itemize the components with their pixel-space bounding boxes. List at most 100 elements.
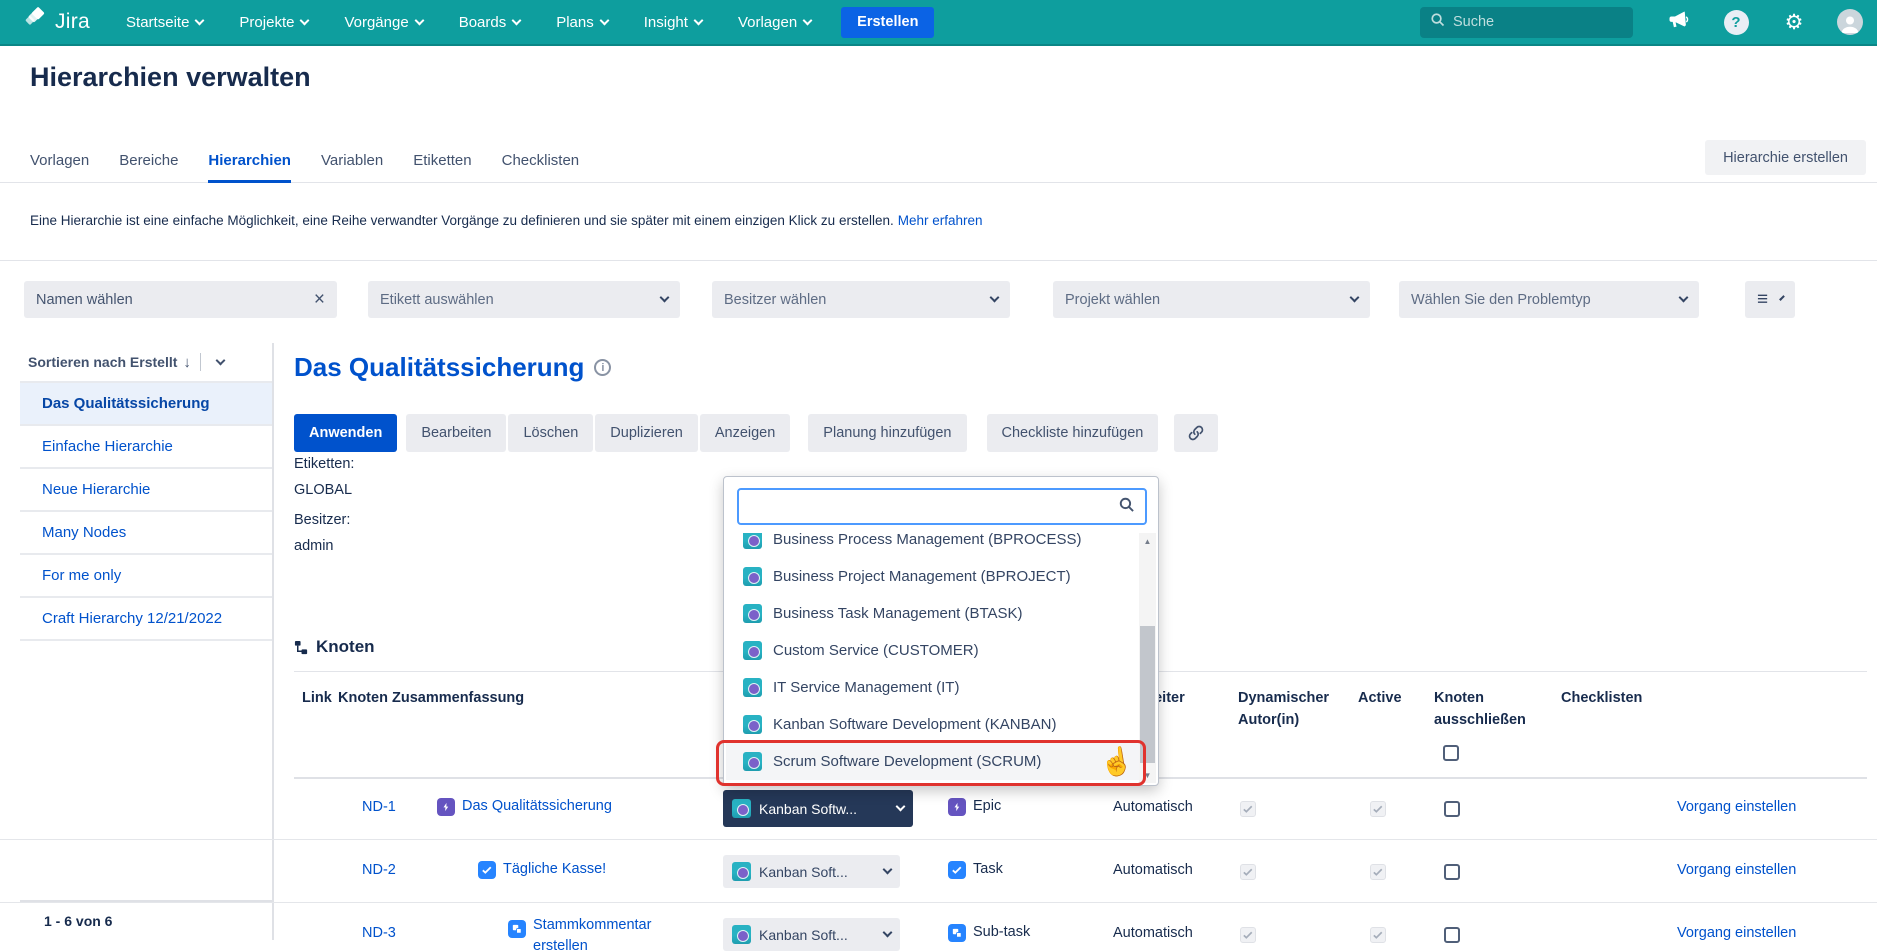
delete-button[interactable]: Löschen bbox=[508, 414, 593, 452]
name-filter-input[interactable] bbox=[36, 292, 314, 308]
project-select[interactable]: Kanban Soft... bbox=[723, 855, 900, 888]
exclude-node-checkbox[interactable] bbox=[1444, 864, 1460, 880]
settings-button[interactable]: ⚙ bbox=[1781, 9, 1807, 35]
nav-item-plans[interactable]: Plans bbox=[556, 14, 608, 31]
user-avatar[interactable] bbox=[1837, 9, 1863, 35]
app-root: Jira Startseite Projekte Vorgänge Boards… bbox=[0, 0, 1877, 952]
nav-item-startseite[interactable]: Startseite bbox=[126, 14, 203, 31]
link-icon bbox=[1188, 425, 1204, 441]
chevron-down-icon bbox=[1350, 293, 1360, 303]
project-option-bproject[interactable]: Business Project Management (BPROJECT) bbox=[726, 558, 1139, 595]
project-option-kanban[interactable]: Kanban Software Development (KANBAN) bbox=[726, 706, 1139, 743]
exclude-all-checkbox[interactable] bbox=[1443, 745, 1459, 761]
info-icon[interactable]: i bbox=[594, 359, 611, 376]
sidebar-item-das-qualitaetssicherung[interactable]: Das Qualitätssicherung bbox=[20, 383, 272, 426]
chevron-down-icon bbox=[599, 16, 609, 26]
tab-bereiche[interactable]: Bereiche bbox=[119, 152, 178, 183]
owner-filter-select[interactable]: Besitzer wählen bbox=[712, 281, 1010, 318]
help-button[interactable]: ? bbox=[1723, 9, 1749, 35]
dropdown-search-input[interactable] bbox=[749, 498, 1118, 515]
chevron-down-icon bbox=[414, 16, 424, 26]
project-option-it[interactable]: IT Service Management (IT) bbox=[726, 669, 1139, 706]
exclude-node-checkbox[interactable] bbox=[1444, 801, 1460, 817]
project-select-open[interactable]: Kanban Softw... bbox=[723, 790, 913, 827]
global-search[interactable] bbox=[1420, 7, 1633, 38]
dropdown-search[interactable] bbox=[737, 488, 1147, 525]
hierarchy-actions: Anwenden Bearbeiten Löschen Duplizieren … bbox=[294, 414, 1218, 452]
divider bbox=[0, 260, 1877, 261]
nav-item-insight[interactable]: Insight bbox=[644, 14, 702, 31]
node-key-link[interactable]: ND-3 bbox=[362, 925, 396, 941]
sidebar-item-einfache-hierarchie[interactable]: Einfache Hierarchie bbox=[20, 426, 272, 469]
tab-vorlagen[interactable]: Vorlagen bbox=[30, 152, 89, 183]
announcements-button[interactable] bbox=[1665, 9, 1691, 35]
nav-item-vorlagen[interactable]: Vorlagen bbox=[738, 14, 811, 31]
sort-control[interactable]: Sortieren nach Erstellt ↓ bbox=[20, 343, 272, 383]
filter-menu-button[interactable]: ≡ bbox=[1745, 281, 1795, 318]
dropdown-option-list: Business Process Management (BPROCESS) B… bbox=[726, 533, 1139, 783]
tab-checklisten[interactable]: Checklisten bbox=[502, 152, 580, 183]
permalink-button[interactable] bbox=[1174, 414, 1218, 452]
duplicate-button[interactable]: Duplizieren bbox=[595, 414, 698, 452]
project-option-btask[interactable]: Business Task Management (BTASK) bbox=[726, 595, 1139, 632]
apply-button[interactable]: Anwenden bbox=[294, 414, 397, 452]
project-select[interactable]: Kanban Soft... bbox=[723, 918, 900, 951]
editor-value: Automatisch bbox=[1113, 862, 1193, 878]
add-planning-button[interactable]: Planung hinzufügen bbox=[808, 414, 966, 452]
nav-item-projekte[interactable]: Projekte bbox=[239, 14, 308, 31]
sidebar-item-neue-hierarchie[interactable]: Neue Hierarchie bbox=[20, 469, 272, 512]
nodes-section-title: Knoten bbox=[294, 637, 375, 657]
scroll-down-icon[interactable]: ▼ bbox=[1139, 767, 1156, 783]
dropdown-scrollbar[interactable]: ▲ ▼ bbox=[1139, 533, 1156, 783]
chevron-down-icon bbox=[990, 293, 1000, 303]
summary-link[interactable]: Tägliche Kasse! bbox=[503, 861, 606, 879]
page-description: Eine Hierarchie ist eine einfache Möglic… bbox=[30, 213, 983, 228]
add-checklist-button[interactable]: Checkliste hinzufügen bbox=[987, 414, 1159, 452]
summary-link[interactable]: Stammkommentar erstellen bbox=[533, 915, 683, 952]
node-key-link[interactable]: ND-1 bbox=[362, 799, 396, 815]
name-filter[interactable]: × bbox=[24, 281, 337, 318]
set-checklist-link[interactable]: Vorgang einstellen bbox=[1677, 799, 1796, 815]
edit-button[interactable]: Bearbeiten bbox=[406, 414, 506, 452]
sidebar-item-craft-hierarchy[interactable]: Craft Hierarchy 12/21/2022 bbox=[20, 598, 272, 641]
show-button[interactable]: Anzeigen bbox=[700, 414, 790, 452]
set-checklist-link[interactable]: Vorgang einstellen bbox=[1677, 862, 1796, 878]
search-input[interactable] bbox=[1453, 14, 1640, 30]
nav-item-boards[interactable]: Boards bbox=[459, 14, 521, 31]
set-checklist-link[interactable]: Vorgang einstellen bbox=[1677, 925, 1796, 941]
hamburger-icon: ≡ bbox=[1757, 289, 1768, 311]
scrollbar-thumb[interactable] bbox=[1140, 626, 1155, 763]
create-button[interactable]: Erstellen bbox=[841, 7, 934, 38]
active-checkbox bbox=[1370, 927, 1386, 943]
subtask-icon bbox=[948, 924, 966, 942]
page-title: Hierarchien verwalten bbox=[30, 62, 311, 93]
project-avatar-icon bbox=[732, 799, 751, 818]
learn-more-link[interactable]: Mehr erfahren bbox=[898, 213, 983, 228]
project-option-bprocess[interactable]: Business Process Management (BPROCESS) bbox=[726, 533, 1139, 558]
sidebar-item-many-nodes[interactable]: Many Nodes bbox=[20, 512, 272, 555]
project-avatar-icon bbox=[743, 641, 762, 660]
issuetype-filter-select[interactable]: Wählen Sie den Problemtyp bbox=[1399, 281, 1699, 318]
scroll-up-icon[interactable]: ▲ bbox=[1139, 533, 1156, 549]
owner-caption: Besitzer: bbox=[294, 512, 350, 528]
project-option-scrum[interactable]: Scrum Software Development (SCRUM) bbox=[726, 743, 1139, 780]
labels-value: GLOBAL bbox=[294, 482, 352, 498]
tab-etiketten[interactable]: Etiketten bbox=[413, 152, 471, 183]
nav-item-vorgaenge[interactable]: Vorgänge bbox=[344, 14, 422, 31]
node-key-link[interactable]: ND-2 bbox=[362, 862, 396, 878]
clear-icon[interactable]: × bbox=[314, 290, 325, 309]
project-avatar-icon bbox=[732, 862, 751, 881]
col-header-dynamischer-autor: Dynamischer Autor(in) bbox=[1238, 687, 1356, 731]
project-dropdown-panel: Business Process Management (BPROCESS) B… bbox=[723, 476, 1159, 786]
node-summary: Das Qualitätssicherung bbox=[437, 798, 612, 816]
project-filter-select[interactable]: Projekt wählen bbox=[1053, 281, 1370, 318]
tab-variablen[interactable]: Variablen bbox=[321, 152, 383, 183]
exclude-node-checkbox[interactable] bbox=[1444, 927, 1460, 943]
jira-logo[interactable]: Jira bbox=[24, 7, 90, 37]
label-filter-select[interactable]: Etikett auswählen bbox=[368, 281, 680, 318]
project-option-customer[interactable]: Custom Service (CUSTOMER) bbox=[726, 632, 1139, 669]
create-hierarchy-button[interactable]: Hierarchie erstellen bbox=[1705, 140, 1866, 175]
sidebar-item-for-me-only[interactable]: For me only bbox=[20, 555, 272, 598]
tab-hierarchien[interactable]: Hierarchien bbox=[208, 152, 291, 183]
summary-link[interactable]: Das Qualitätssicherung bbox=[462, 798, 612, 816]
